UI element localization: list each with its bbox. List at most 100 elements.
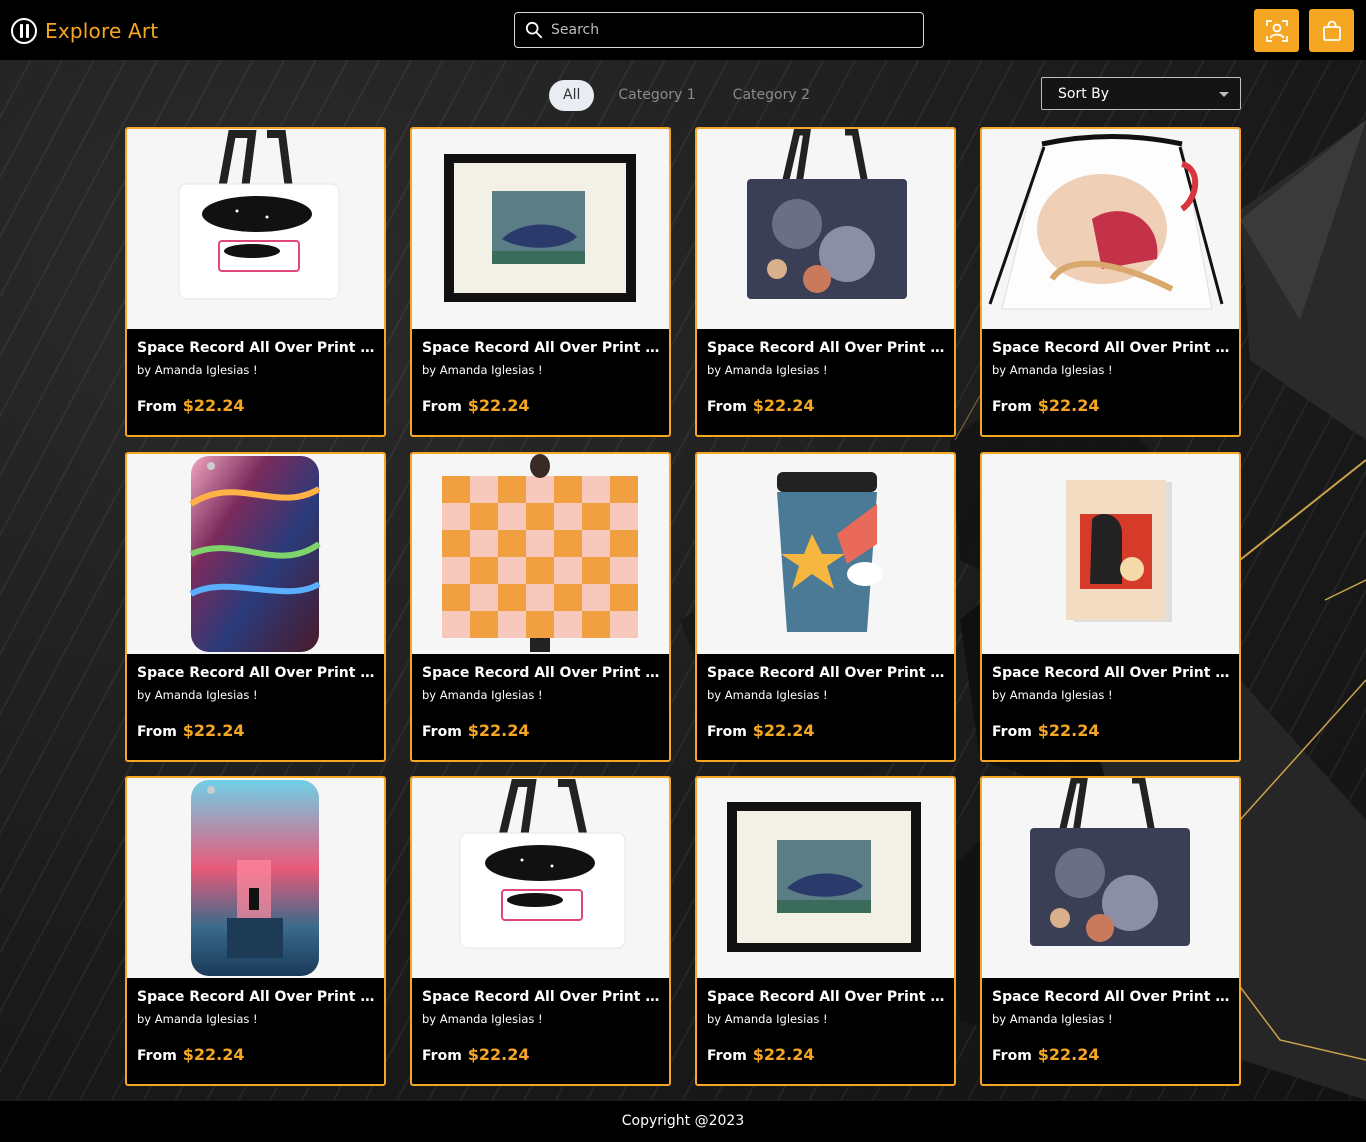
brand-logo-icon <box>11 18 37 44</box>
product-price: From $22.24 <box>992 721 1100 740</box>
price-amount: $22.24 <box>182 721 245 740</box>
price-amount: $22.24 <box>182 1045 245 1064</box>
price-amount: $22.24 <box>1037 721 1100 740</box>
search-icon <box>525 21 543 39</box>
brand-title: Explore Art <box>45 19 159 43</box>
product-title: Space Record All Over Print Tote Bag <box>707 989 947 1005</box>
product-title: Space Record All Over Print Tote Bag <box>707 340 947 356</box>
copyright-text: Copyright @2023 <box>621 1113 745 1129</box>
product-image <box>982 454 1239 654</box>
price-prefix: From <box>992 1048 1032 1064</box>
product-image <box>412 129 669 329</box>
product-author: by Amanda Iglesias ! <box>422 688 543 702</box>
product-author: by Amanda Iglesias ! <box>137 1012 258 1026</box>
category-tabs: All Category 1 Category 2 <box>549 80 835 111</box>
top-header: Explore Art <box>0 0 1366 60</box>
product-card[interactable]: Space Record All Over Print Tote Bag by … <box>410 127 671 437</box>
product-card[interactable]: Space Record All Over Print Tote Bag by … <box>410 776 671 1086</box>
product-author: by Amanda Iglesias ! <box>992 688 1113 702</box>
product-author: by Amanda Iglesias ! <box>992 363 1113 377</box>
product-price: From $22.24 <box>707 721 815 740</box>
product-image <box>697 778 954 978</box>
product-price: From $22.24 <box>992 396 1100 415</box>
price-prefix: From <box>137 399 177 415</box>
product-card[interactable]: Space Record All Over Print Tote Bag by … <box>125 127 386 437</box>
product-title: Space Record All Over Print Tote Bag <box>137 989 377 1005</box>
product-price: From $22.24 <box>137 396 245 415</box>
product-card[interactable]: Space Record All Over Print Tote Bag by … <box>980 776 1241 1086</box>
tab-all[interactable]: All <box>549 80 595 111</box>
product-title: Space Record All Over Print Tote Bag <box>992 665 1232 681</box>
product-card[interactable]: Space Record All Over Print Tote Bag by … <box>695 452 956 762</box>
product-author: by Amanda Iglesias ! <box>422 1012 543 1026</box>
brand[interactable]: Explore Art <box>11 18 158 44</box>
product-price: From $22.24 <box>992 1045 1100 1064</box>
price-prefix: From <box>422 724 462 740</box>
product-image <box>982 778 1239 978</box>
product-card[interactable]: Space Record All Over Print Tote Bag by … <box>125 452 386 762</box>
sort-label: Sort By <box>1058 85 1110 102</box>
product-image <box>412 778 669 978</box>
product-title: Space Record All Over Print Tote Bag <box>992 340 1232 356</box>
price-prefix: From <box>992 399 1032 415</box>
price-prefix: From <box>422 399 462 415</box>
price-amount: $22.24 <box>467 721 530 740</box>
price-prefix: From <box>707 1048 747 1064</box>
product-author: by Amanda Iglesias ! <box>422 363 543 377</box>
product-card[interactable]: Space Record All Over Print Tote Bag by … <box>695 127 956 437</box>
product-card[interactable]: Space Record All Over Print Tote Bag by … <box>980 452 1241 762</box>
product-card[interactable]: Space Record All Over Print Tote Bag by … <box>125 776 386 1086</box>
product-author: by Amanda Iglesias ! <box>707 1012 828 1026</box>
price-prefix: From <box>707 724 747 740</box>
product-author: by Amanda Iglesias ! <box>137 688 258 702</box>
price-prefix: From <box>137 724 177 740</box>
product-price: From $22.24 <box>422 1045 530 1064</box>
footer: Copyright @2023 <box>0 1101 1366 1142</box>
product-image <box>982 129 1239 329</box>
price-amount: $22.24 <box>467 396 530 415</box>
shopping-bag-icon <box>1322 20 1341 41</box>
product-title: Space Record All Over Print Tote Bag <box>422 665 662 681</box>
search-bar[interactable] <box>514 12 924 48</box>
account-button[interactable] <box>1254 9 1299 52</box>
product-image <box>127 454 384 654</box>
product-image <box>697 454 954 654</box>
product-price: From $22.24 <box>422 721 530 740</box>
price-amount: $22.24 <box>752 1045 815 1064</box>
product-title: Space Record All Over Print Tote Bag <box>422 340 662 356</box>
product-author: by Amanda Iglesias ! <box>137 363 258 377</box>
product-title: Space Record All Over Print Tote Bag <box>137 340 377 356</box>
product-image <box>412 454 669 654</box>
price-prefix: From <box>422 1048 462 1064</box>
price-amount: $22.24 <box>1037 1045 1100 1064</box>
sort-dropdown[interactable]: Sort By <box>1041 77 1241 110</box>
chevron-down-icon <box>1219 92 1229 97</box>
product-image <box>697 129 954 329</box>
tab-category-2[interactable]: Category 2 <box>721 80 822 111</box>
price-amount: $22.24 <box>467 1045 530 1064</box>
product-price: From $22.24 <box>707 396 815 415</box>
product-price: From $22.24 <box>707 1045 815 1064</box>
product-card[interactable]: Space Record All Over Print Tote Bag by … <box>410 452 671 762</box>
price-amount: $22.24 <box>752 721 815 740</box>
product-card[interactable]: Space Record All Over Print Tote Bag by … <box>980 127 1241 437</box>
user-profile-icon <box>1265 19 1288 42</box>
search-input[interactable] <box>551 22 891 38</box>
price-amount: $22.24 <box>1037 396 1100 415</box>
product-price: From $22.24 <box>422 396 530 415</box>
cart-button[interactable] <box>1309 9 1354 52</box>
product-title: Space Record All Over Print Tote Bag <box>992 989 1232 1005</box>
product-title: Space Record All Over Print Tote Bag <box>707 665 947 681</box>
price-prefix: From <box>992 724 1032 740</box>
product-price: From $22.24 <box>137 721 245 740</box>
tab-category-1[interactable]: Category 1 <box>606 80 707 111</box>
price-prefix: From <box>707 399 747 415</box>
product-image <box>127 778 384 978</box>
product-author: by Amanda Iglesias ! <box>707 363 828 377</box>
price-amount: $22.24 <box>752 396 815 415</box>
product-title: Space Record All Over Print Tote Bag <box>422 989 662 1005</box>
product-price: From $22.24 <box>137 1045 245 1064</box>
product-card[interactable]: Space Record All Over Print Tote Bag by … <box>695 776 956 1086</box>
product-image <box>127 129 384 329</box>
product-author: by Amanda Iglesias ! <box>707 688 828 702</box>
